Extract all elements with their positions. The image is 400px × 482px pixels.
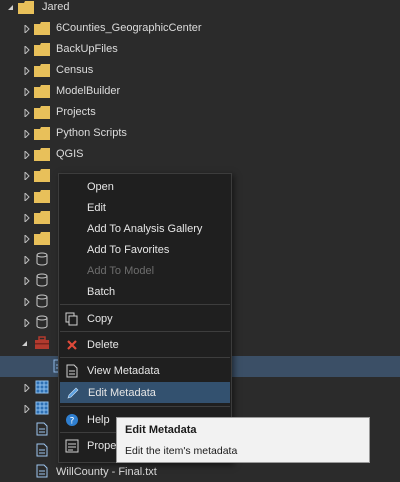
folder-icon (34, 42, 50, 56)
raster-icon (34, 401, 50, 415)
expand-icon[interactable] (22, 404, 32, 414)
menu-item-delete[interactable]: Delete (59, 334, 231, 355)
copy-icon (64, 311, 80, 327)
tree-label-jared: Jared (42, 1, 70, 13)
menu-separator (60, 331, 230, 332)
expand-icon[interactable] (22, 87, 32, 97)
expand-icon[interactable] (22, 297, 32, 307)
folder-icon (34, 210, 50, 224)
tree-row-folder[interactable]: Census (0, 60, 400, 81)
expand-icon[interactable] (22, 383, 32, 393)
database-icon (34, 273, 50, 287)
toolbox-icon (34, 336, 50, 350)
folder-icon (34, 168, 50, 182)
expand-icon[interactable] (22, 66, 32, 76)
expand-icon[interactable] (22, 276, 32, 286)
tree-label-folder: ModelBuilder (56, 85, 121, 97)
menu-item-label: Delete (87, 338, 119, 351)
tooltip: Edit Metadata Edit the item's metadata (116, 417, 370, 463)
menu-item-open[interactable]: Open (59, 176, 231, 197)
tree-row-folder[interactable]: ModelBuilder (0, 81, 400, 102)
menu-item-add-favorites[interactable]: Add To Favorites (59, 239, 231, 260)
tree-label-file: WillCounty - Final.txt (56, 466, 157, 478)
menu-item-edit-metadata[interactable]: Edit Metadata (60, 382, 230, 403)
folder-icon (18, 0, 34, 14)
document-icon (34, 422, 50, 436)
menu-item-label: Prope (87, 439, 117, 452)
expand-icon[interactable] (22, 150, 32, 160)
menu-item-label: Copy (87, 312, 113, 325)
database-icon (34, 252, 50, 266)
menu-item-label: Edit (87, 201, 106, 214)
expand-icon[interactable] (22, 45, 32, 55)
menu-item-batch[interactable]: Batch (59, 281, 231, 302)
pencil-icon (65, 385, 81, 401)
menu-separator (60, 406, 230, 407)
tree-row-jared[interactable]: Jared (0, 0, 400, 18)
tree-row-folder[interactable]: 6Counties_GeographicCenter (0, 18, 400, 39)
menu-item-copy[interactable]: Copy (59, 308, 231, 329)
expand-icon[interactable] (22, 234, 32, 244)
properties-icon (64, 438, 80, 454)
tree-label-folder: Python Scripts (56, 127, 127, 139)
menu-item-add-analysis-gallery[interactable]: Add To Analysis Gallery (59, 218, 231, 239)
document-icon (34, 443, 50, 457)
folder-icon (34, 21, 50, 35)
menu-separator (60, 357, 230, 358)
expand-icon[interactable] (22, 213, 32, 223)
folder-icon (34, 147, 50, 161)
expand-icon[interactable] (22, 192, 32, 202)
menu-item-add-to-model: Add To Model (59, 260, 231, 281)
menu-item-label: Add To Favorites (87, 243, 170, 256)
help-icon: ? (64, 412, 80, 428)
tree-row-folder[interactable]: Projects (0, 102, 400, 123)
expand-icon[interactable] (22, 24, 32, 34)
folder-icon (34, 126, 50, 140)
collapse-icon[interactable] (6, 3, 16, 13)
tree-label-folder: Census (56, 64, 94, 76)
menu-item-label: Batch (87, 285, 116, 298)
database-icon (34, 294, 50, 308)
expand-icon[interactable] (22, 108, 32, 118)
menu-item-edit[interactable]: Edit (59, 197, 231, 218)
expand-icon[interactable] (22, 318, 32, 328)
svg-text:?: ? (70, 416, 75, 426)
tooltip-description: Edit the item's metadata (125, 445, 238, 457)
menu-separator (60, 304, 230, 305)
delete-icon (64, 337, 80, 353)
folder-icon (34, 105, 50, 119)
folder-icon (34, 189, 50, 203)
menu-item-label: Edit Metadata (88, 386, 156, 399)
menu-item-label: Add To Model (87, 264, 155, 277)
tree-label-folder: Projects (56, 106, 96, 118)
tree-label-folder: 6Counties_GeographicCenter (56, 22, 202, 34)
raster-icon (34, 380, 50, 394)
menu-item-label: View Metadata (87, 364, 160, 377)
expand-icon[interactable] (22, 171, 32, 181)
database-icon (34, 315, 50, 329)
tree-row-folder[interactable]: QGIS (0, 144, 400, 165)
expand-icon[interactable] (22, 255, 32, 265)
metadata-icon (64, 363, 80, 379)
menu-item-view-metadata[interactable]: View Metadata (59, 360, 231, 381)
folder-icon (34, 231, 50, 245)
tree-label-folder: BackUpFiles (56, 43, 118, 55)
tooltip-title: Edit Metadata (125, 424, 197, 436)
folder-icon (34, 84, 50, 98)
tree-row-file[interactable]: WillCounty - Final.txt (0, 461, 400, 482)
menu-item-label: Help (87, 413, 110, 426)
menu-item-label: Add To Analysis Gallery (87, 222, 203, 235)
tree-row-folder[interactable]: BackUpFiles (0, 39, 400, 60)
expand-icon[interactable] (22, 129, 32, 139)
tree-label-folder: QGIS (56, 148, 84, 160)
collapse-icon[interactable] (20, 339, 30, 349)
folder-icon (34, 63, 50, 77)
tree-row-folder[interactable]: Python Scripts (0, 123, 400, 144)
menu-item-label: Open (87, 180, 114, 193)
